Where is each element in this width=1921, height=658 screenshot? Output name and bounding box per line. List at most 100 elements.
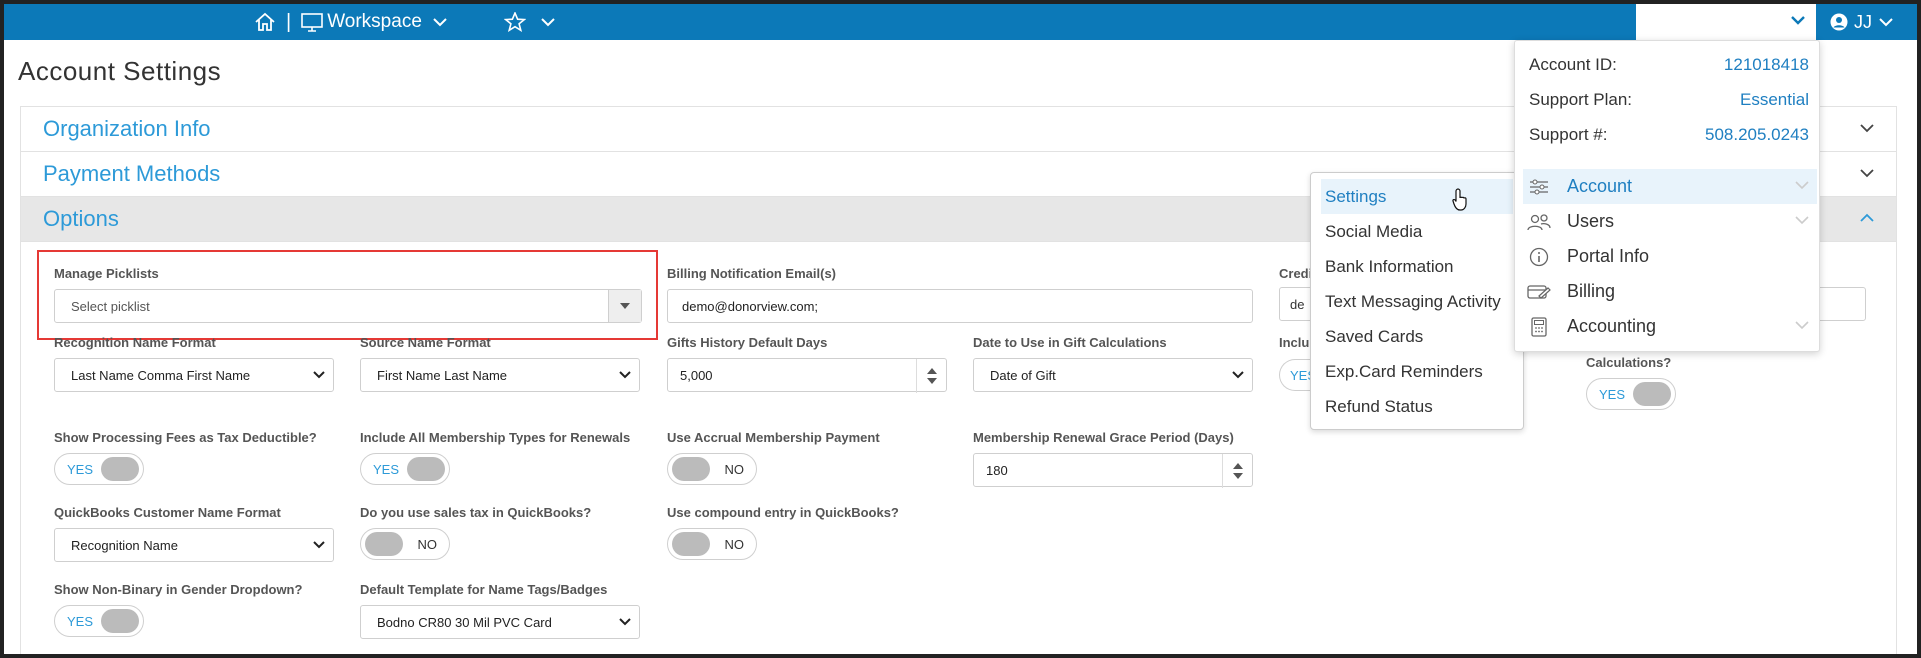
include-toggle-partial[interactable]: YES: [1279, 359, 1316, 391]
select-value: Date of Gift: [990, 367, 1056, 383]
section-title: Options: [43, 206, 119, 231]
chevron-down-icon: [619, 618, 631, 626]
workspace-label: Workspace: [327, 11, 422, 32]
caret-down-icon: [926, 378, 937, 384]
calculator-icon: [1527, 316, 1551, 337]
toggle-knob: [672, 532, 710, 556]
menu-item-account[interactable]: Account: [1523, 169, 1817, 204]
caret-up-icon: [1232, 463, 1243, 469]
field-label: Show Processing Fees as Tax Deductible?: [54, 430, 317, 445]
non-binary-toggle[interactable]: YES: [54, 605, 144, 637]
chevron-down-icon: [541, 18, 555, 27]
account-selector[interactable]: [1636, 4, 1816, 40]
number-spinner[interactable]: [916, 359, 946, 393]
submenu-item-exp-card-reminders[interactable]: Exp.Card Reminders: [1321, 354, 1513, 389]
picklist-placeholder: Select picklist: [71, 298, 150, 314]
support-phone-value[interactable]: 508.205.0243: [1705, 125, 1809, 145]
billing-email-input[interactable]: demo@donorview.com;: [667, 289, 1253, 323]
chevron-down-icon: [1879, 18, 1893, 27]
support-plan-row: Support Plan: Essential: [1529, 90, 1809, 110]
toggle-knob: [365, 532, 403, 556]
number-spinner[interactable]: [1222, 454, 1252, 488]
calculations-field: Calculations? YES: [1586, 355, 1786, 410]
recognition-name-format-select[interactable]: Last Name Comma First Name: [54, 358, 334, 392]
field-label: Include All Membership Types for Renewal…: [360, 430, 631, 445]
account-id-row: Account ID: 121018418: [1529, 55, 1809, 75]
qb-customer-name-select[interactable]: Recognition Name: [54, 528, 334, 562]
qb-sales-tax-toggle[interactable]: NO: [360, 528, 450, 560]
all-membership-types-field: Include All Membership Types for Renewal…: [360, 430, 640, 485]
toggle-knob: [101, 609, 139, 633]
all-membership-types-toggle[interactable]: YES: [360, 453, 450, 485]
select-value: Bodno CR80 30 Mil PVC Card: [377, 614, 552, 630]
submenu-item-text-messaging[interactable]: Text Messaging Activity: [1321, 284, 1513, 319]
right-input-partial[interactable]: [1814, 287, 1866, 321]
submenu-item-settings[interactable]: Settings: [1321, 179, 1513, 214]
submenu-item-refund-status[interactable]: Refund Status: [1321, 389, 1513, 424]
select-value: Recognition Name: [71, 537, 178, 553]
chevron-down-icon: [1232, 371, 1244, 379]
menu-item-users[interactable]: Users: [1523, 204, 1817, 239]
toggle-text: YES: [373, 462, 400, 477]
dropdown-button[interactable]: [608, 290, 641, 322]
toggle-text: YES: [67, 614, 94, 629]
renewal-grace-input[interactable]: 180: [973, 453, 1253, 488]
field-label: Recognition Name Format: [54, 335, 216, 350]
section-title: Organization Info: [43, 116, 211, 141]
caret-down-icon: [1232, 473, 1243, 479]
source-name-format-select[interactable]: First Name Last Name: [360, 358, 640, 392]
app-frame: | Workspace JJ Account Settings Organiza…: [0, 0, 1921, 658]
menu-item-billing[interactable]: Billing: [1523, 274, 1817, 309]
home-button[interactable]: [254, 12, 276, 32]
qb-compound-field: Use compound entry in QuickBooks? NO: [667, 505, 947, 560]
menu-item-portal-info[interactable]: Portal Info: [1523, 239, 1817, 274]
processing-fees-toggle[interactable]: YES: [54, 453, 144, 485]
submenu-item-social-media[interactable]: Social Media: [1321, 214, 1513, 249]
field-label: Default Template for Name Tags/Badges: [360, 582, 608, 597]
input-value: 180: [986, 462, 1008, 478]
renewal-grace-field: Membership Renewal Grace Period (Days) 1…: [973, 430, 1253, 488]
source-name-format-field: Source Name Format First Name Last Name: [360, 335, 640, 392]
chevron-down-icon: [1860, 169, 1874, 178]
chevron-down-icon: [1860, 124, 1874, 133]
workspace-menu[interactable]: Workspace: [301, 11, 448, 33]
submenu-item-bank-information[interactable]: Bank Information: [1321, 249, 1513, 284]
calculations-toggle[interactable]: YES: [1586, 378, 1676, 410]
name-tag-template-select[interactable]: Bodno CR80 30 Mil PVC Card: [360, 605, 640, 639]
gifts-history-days-field: Gifts History Default Days 5,000: [667, 335, 947, 393]
page-title: Account Settings: [18, 56, 222, 86]
billing-email-field: Billing Notification Email(s) demo@donor…: [667, 266, 1253, 323]
support-plan-label: Support Plan:: [1529, 90, 1633, 109]
user-initials: JJ: [1854, 11, 1872, 32]
menu-item-accounting[interactable]: Accounting: [1523, 309, 1817, 344]
accrual-membership-field: Use Accrual Membership Payment NO: [667, 430, 947, 485]
select-value: First Name Last Name: [377, 367, 508, 383]
chevron-down-icon: [313, 371, 325, 379]
accrual-membership-toggle[interactable]: NO: [667, 453, 757, 485]
menu-item-label: Portal Info: [1567, 246, 1650, 266]
chevron-down-icon: [619, 371, 631, 379]
top-navbar: | Workspace JJ: [4, 4, 1917, 40]
gift-calc-date-select[interactable]: Date of Gift: [973, 358, 1253, 392]
toggle-text: NO: [417, 537, 438, 552]
field-label: Use Accrual Membership Payment: [667, 430, 880, 445]
menu-item-label: Accounting: [1567, 316, 1657, 336]
settings-submenu: Settings Social Media Bank Information T…: [1310, 172, 1524, 430]
favorites-menu[interactable]: [503, 12, 556, 32]
users-icon: [1527, 213, 1551, 231]
user-menu[interactable]: JJ: [1830, 4, 1894, 40]
field-label: Billing Notification Email(s): [667, 266, 837, 281]
chevron-down-icon: [1791, 16, 1805, 25]
submenu-item-saved-cards[interactable]: Saved Cards: [1321, 319, 1513, 354]
support-phone-row: Support #: 508.205.0243: [1529, 125, 1809, 145]
processing-fees-field: Show Processing Fees as Tax Deductible? …: [54, 430, 334, 485]
menu-item-label: Users: [1567, 211, 1615, 231]
chevron-down-icon: [1795, 181, 1809, 190]
chevron-down-icon: [433, 18, 447, 27]
qb-compound-toggle[interactable]: NO: [667, 528, 757, 560]
picklist-select[interactable]: Select picklist: [54, 289, 642, 323]
gifts-history-days-input[interactable]: 5,000: [667, 358, 947, 393]
star-icon: [503, 12, 526, 32]
toggle-knob: [672, 457, 710, 481]
support-plan-value[interactable]: Essential: [1740, 90, 1809, 110]
